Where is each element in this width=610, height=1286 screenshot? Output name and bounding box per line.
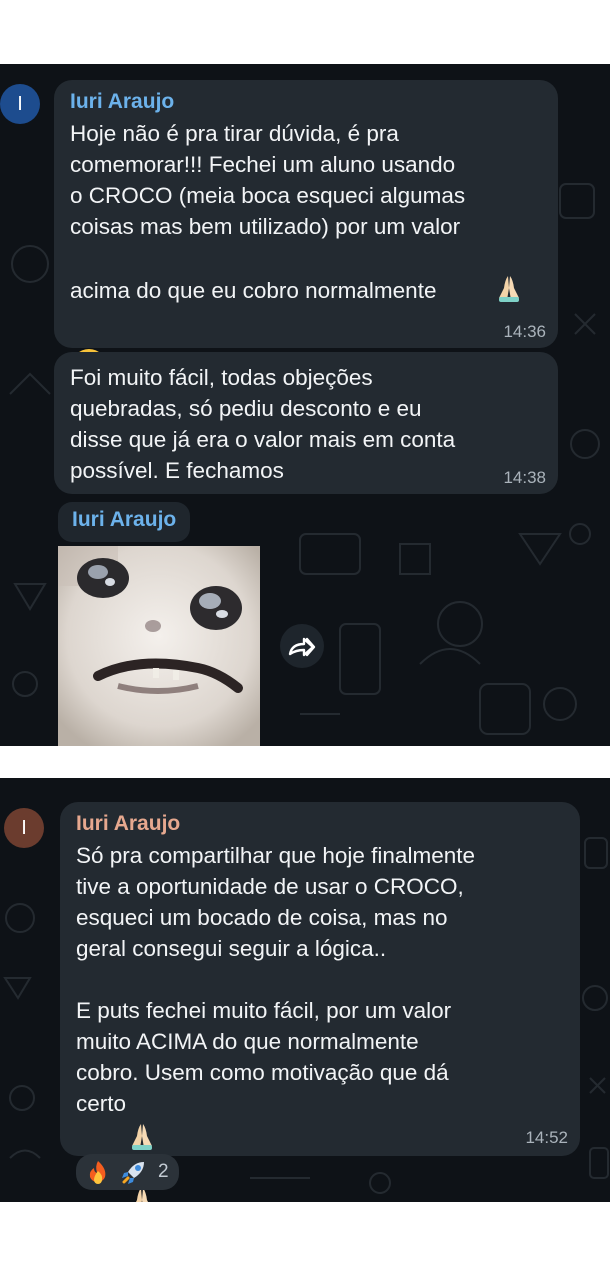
crying-cat-sticker[interactable] <box>58 546 260 746</box>
message-timestamp: 14:52 <box>525 1128 568 1147</box>
rocket-emoji[interactable] <box>120 1158 148 1186</box>
sender-avatar[interactable]: I <box>4 808 44 848</box>
sender-name[interactable]: Iuri Araujo <box>76 812 564 836</box>
message-text-body: Hoje não é pra tirar dúvida, é pra comem… <box>70 121 466 303</box>
avatar-letter: I <box>17 92 23 115</box>
message-last-word: certo <box>76 1091 127 1116</box>
message-text: Só pra compartilhar que hoje finalmente … <box>76 840 564 1202</box>
message-bubble[interactable]: Iuri Araujo Só pra compartilhar que hoje… <box>60 802 580 1202</box>
sender-name[interactable]: Iuri Araujo <box>70 90 542 114</box>
chat-screenshot-2: I Iuri Araujo Só pra compartilhar que ho… <box>0 778 610 1202</box>
sticker-sender-label[interactable]: Iuri Araujo <box>58 502 191 542</box>
avatar-letter: I <box>21 816 27 839</box>
message-text: Hoje não é pra tirar dúvida, é pra comem… <box>70 118 542 342</box>
message-paragraph: E puts fechei muito fácil, por um valor … <box>76 998 452 1085</box>
message-timestamp: 14:36 <box>503 322 546 341</box>
sender-avatar[interactable]: I <box>0 84 40 124</box>
forward-button[interactable] <box>280 624 324 668</box>
chat-screenshot-1: I Iuri Araujo Hoje não é pra tirar dúvid… <box>0 64 610 746</box>
sender-name[interactable]: Iuri Araujo <box>72 508 176 531</box>
reaction-count: 2 <box>158 1161 169 1182</box>
praying-hands-emoji <box>132 1124 153 1151</box>
message-bubble[interactable]: Iuri Araujo Hoje não é pra tirar dúvida,… <box>54 80 558 385</box>
message-bubble[interactable]: Foi muito fácil, todas objeções quebrada… <box>54 352 558 494</box>
reactions-bar[interactable]: 2 <box>76 1154 179 1190</box>
fire-emoji[interactable] <box>86 1159 110 1185</box>
message-paragraph: Só pra compartilhar que hoje finalmente … <box>76 843 475 961</box>
message-timestamp: 14:38 <box>503 468 546 487</box>
message-text: Foi muito fácil, todas objeções quebrada… <box>70 365 456 483</box>
share-arrow-icon <box>288 637 316 657</box>
